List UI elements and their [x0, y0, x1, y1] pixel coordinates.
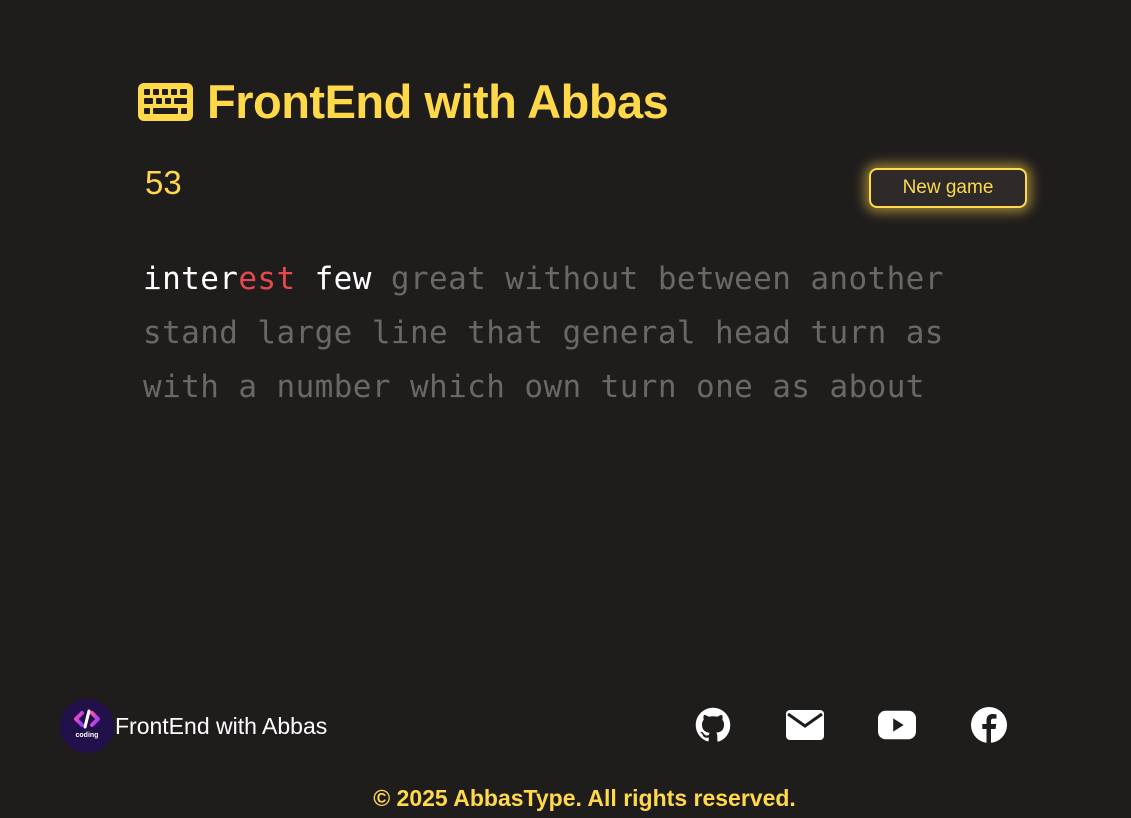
word-area[interactable]: interest few great without between anoth… — [143, 252, 1003, 414]
pending-word: between — [657, 261, 792, 297]
typed-word: few — [315, 261, 372, 297]
pending-word: a — [238, 369, 258, 405]
pending-word: general — [562, 315, 696, 351]
github-icon[interactable] — [694, 706, 732, 744]
pending-word: stand — [143, 315, 239, 351]
pending-word: with — [143, 369, 220, 405]
correct-letters: inter — [143, 261, 239, 297]
footer-brand-name: FrontEnd with Abbas — [115, 712, 328, 739]
brand-logo: coding — [60, 699, 114, 753]
brand-logo-text: coding — [76, 732, 99, 739]
pending-word: which — [409, 369, 506, 405]
pending-word: as — [772, 369, 811, 405]
footer-brand[interactable]: coding FrontEnd with Abbas — [60, 699, 327, 753]
pending-word: without — [505, 261, 639, 297]
social-links — [694, 706, 1008, 744]
pending-word: line — [371, 315, 449, 351]
envelope-icon[interactable] — [786, 706, 824, 744]
app-title: FrontEnd with Abbas — [207, 75, 669, 128]
keyboard-icon — [138, 83, 193, 121]
timer: 53 — [145, 164, 182, 201]
pending-word: turn — [600, 369, 677, 405]
pending-word: great — [390, 261, 487, 297]
pending-word: that — [467, 315, 544, 351]
typed-word: interest — [143, 261, 296, 297]
pending-word: one — [696, 369, 754, 405]
pending-word: number — [276, 369, 391, 405]
pending-word: head — [715, 315, 792, 351]
header: FrontEnd with Abbas — [138, 74, 669, 130]
pending-word: about — [829, 369, 925, 405]
pending-word: another — [810, 261, 944, 297]
pending-word: own — [524, 369, 582, 405]
pending-word: turn — [810, 315, 887, 351]
youtube-icon[interactable] — [878, 706, 916, 744]
pending-word: as — [905, 315, 944, 351]
new-game-button[interactable]: New game — [869, 168, 1027, 208]
typing-game-page: FrontEnd with Abbas 53 New game interest… — [0, 0, 1131, 818]
correct-letters: few — [314, 261, 372, 297]
copyright: © 2025 AbbasType. All rights reserved. — [373, 785, 796, 811]
pending-word: large — [257, 315, 353, 351]
facebook-icon[interactable] — [970, 706, 1008, 744]
incorrect-letters: est — [238, 261, 296, 297]
